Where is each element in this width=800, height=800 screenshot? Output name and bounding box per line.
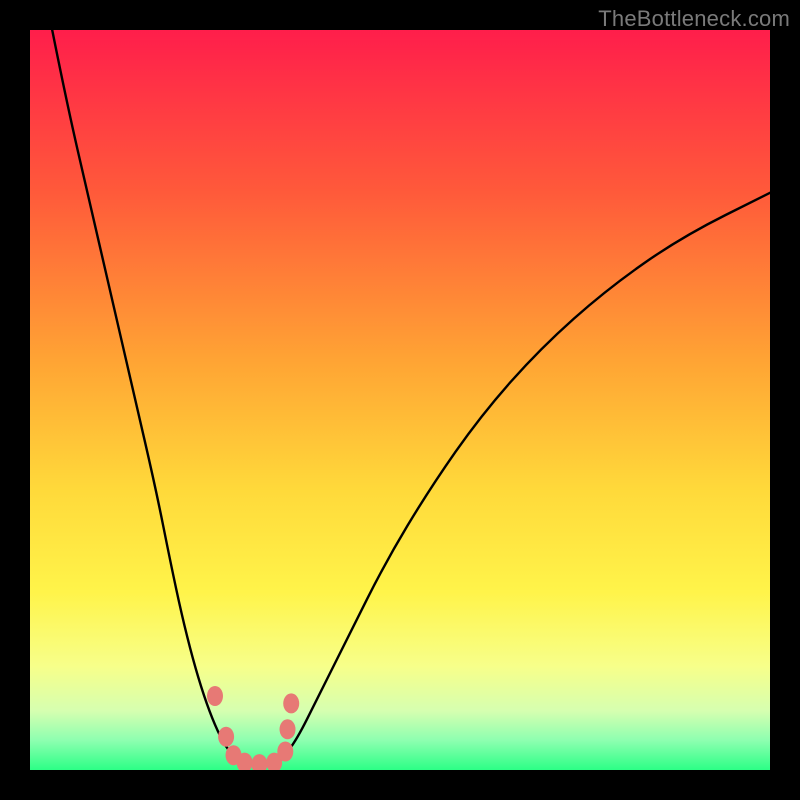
bottleneck-plot (30, 30, 770, 770)
valley-marker (277, 742, 293, 762)
chart-frame: TheBottleneck.com (0, 0, 800, 800)
watermark-text: TheBottleneck.com (598, 6, 790, 32)
valley-marker (218, 727, 234, 747)
valley-marker (283, 693, 299, 713)
valley-marker (207, 686, 223, 706)
valley-marker (280, 719, 296, 739)
gradient-backdrop (30, 30, 770, 770)
